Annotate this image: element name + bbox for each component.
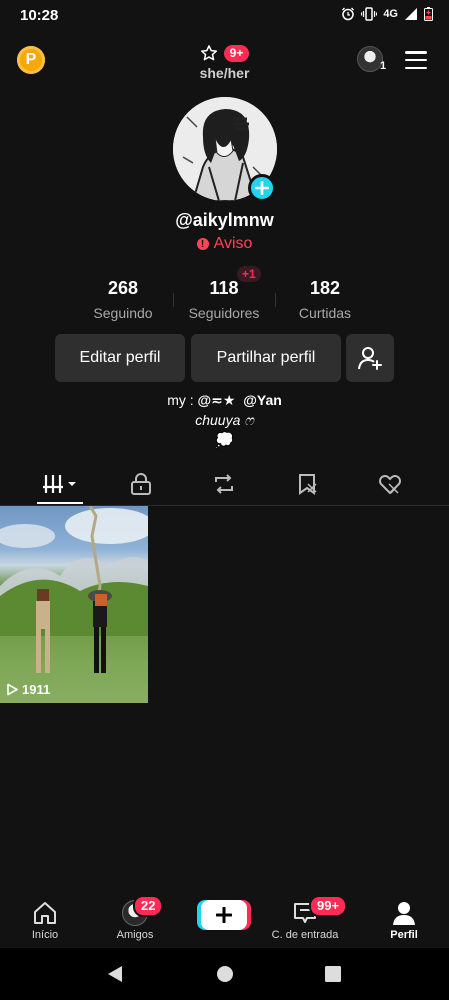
bookmark-hidden-icon <box>299 473 317 495</box>
warning-icon: ! <box>196 238 209 250</box>
stat-likes[interactable]: 182 Curtidas <box>270 278 380 321</box>
likes-count: 182 <box>309 278 341 298</box>
warning-label: Aviso <box>213 235 253 252</box>
signal-icon <box>405 8 417 20</box>
following-label: Seguindo <box>93 305 153 321</box>
nav-profile-label: Perfil <box>390 929 418 941</box>
battery-icon <box>424 7 433 21</box>
warning-link[interactable]: ! Aviso <box>0 235 449 253</box>
back-icon[interactable] <box>106 964 124 984</box>
new-followers-badge: +1 <box>237 266 261 282</box>
nav-inbox-label: C. de entrada <box>271 929 339 941</box>
tab-liked[interactable] <box>360 462 420 505</box>
bio-prefix: my : <box>167 392 198 408</box>
video-views: 1911 <box>6 682 50 697</box>
nav-profile[interactable]: Perfil <box>364 900 444 941</box>
bio-mention-2[interactable]: @Yan <box>243 392 282 408</box>
bio-line-3: 💭 <box>215 432 234 449</box>
home-icon <box>34 902 56 924</box>
profile-tabs <box>0 462 449 506</box>
nav-friends-label: Amigos <box>116 929 154 941</box>
pronouns-label: she/her <box>199 65 250 81</box>
tab-favorites[interactable] <box>278 462 338 505</box>
profile-icon <box>393 902 415 925</box>
following-count: 268 <box>107 278 139 298</box>
home-circle-icon[interactable] <box>216 965 234 983</box>
stat-following[interactable]: 268 Seguindo <box>68 278 178 321</box>
friends-badge: 22 <box>133 895 164 917</box>
repost-icon <box>215 473 233 494</box>
recents-icon[interactable] <box>324 965 342 983</box>
menu-icon[interactable] <box>405 51 427 69</box>
grid-icon <box>43 474 76 493</box>
create-button[interactable] <box>201 900 247 930</box>
add-user-icon <box>358 347 382 370</box>
inbox-badge: 99+ <box>309 895 348 917</box>
status-time: 10:28 <box>20 7 59 24</box>
add-friends-button[interactable] <box>346 334 394 382</box>
edit-profile-button[interactable]: Editar perfil <box>55 334 185 382</box>
star-icon[interactable] <box>200 44 218 62</box>
play-icon <box>7 683 18 696</box>
pronoun-row: 9+ <box>200 42 250 64</box>
bio-mention-1[interactable]: @≂★ <box>198 392 236 408</box>
video-thumbnail[interactable] <box>0 506 148 703</box>
video-scene <box>0 506 148 673</box>
plus-icon <box>216 907 232 923</box>
system-nav-bar <box>0 948 449 1000</box>
tab-private[interactable] <box>111 462 171 505</box>
share-profile-button[interactable]: Partilhar perfil <box>191 334 341 382</box>
stat-followers[interactable]: 118 Seguidores <box>169 278 279 321</box>
status-bar: 10:28 4G <box>0 0 449 34</box>
heart-hidden-icon <box>379 474 401 494</box>
bio-line-2: chuuya ෆ <box>195 412 254 428</box>
plus-icon <box>255 181 269 195</box>
followers-count: 118 <box>209 278 239 298</box>
tab-videos[interactable] <box>30 462 90 505</box>
status-icons: 4G <box>341 7 433 21</box>
network-type: 4G <box>383 8 398 20</box>
account-switch-count: 1 <box>380 60 387 72</box>
notification-badge: 9+ <box>223 44 250 62</box>
active-tab-indicator <box>37 502 83 504</box>
add-avatar-button[interactable] <box>248 174 276 202</box>
username: @aikylmnw <box>175 210 274 230</box>
alarm-icon <box>342 7 355 21</box>
lock-icon <box>131 472 151 495</box>
bio-line-1: my : @≂★ @Yan <box>0 392 449 409</box>
nav-home-label: Início <box>31 929 59 941</box>
vibrate-icon <box>361 7 378 21</box>
tab-reposts[interactable] <box>194 462 254 505</box>
likes-label: Curtidas <box>298 305 352 321</box>
nav-home[interactable]: Início <box>5 900 85 941</box>
video-view-count: 1911 <box>22 682 51 697</box>
followers-label: Seguidores <box>188 305 260 321</box>
